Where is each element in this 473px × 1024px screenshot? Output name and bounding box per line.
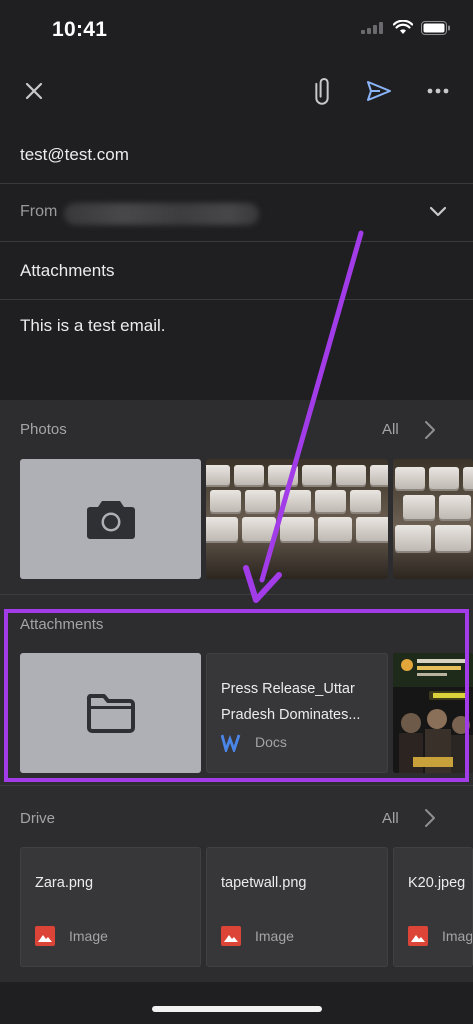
bottom-safe-area [0, 982, 473, 1024]
home-indicator[interactable] [152, 1006, 322, 1012]
annotation-arrow [243, 230, 364, 603]
